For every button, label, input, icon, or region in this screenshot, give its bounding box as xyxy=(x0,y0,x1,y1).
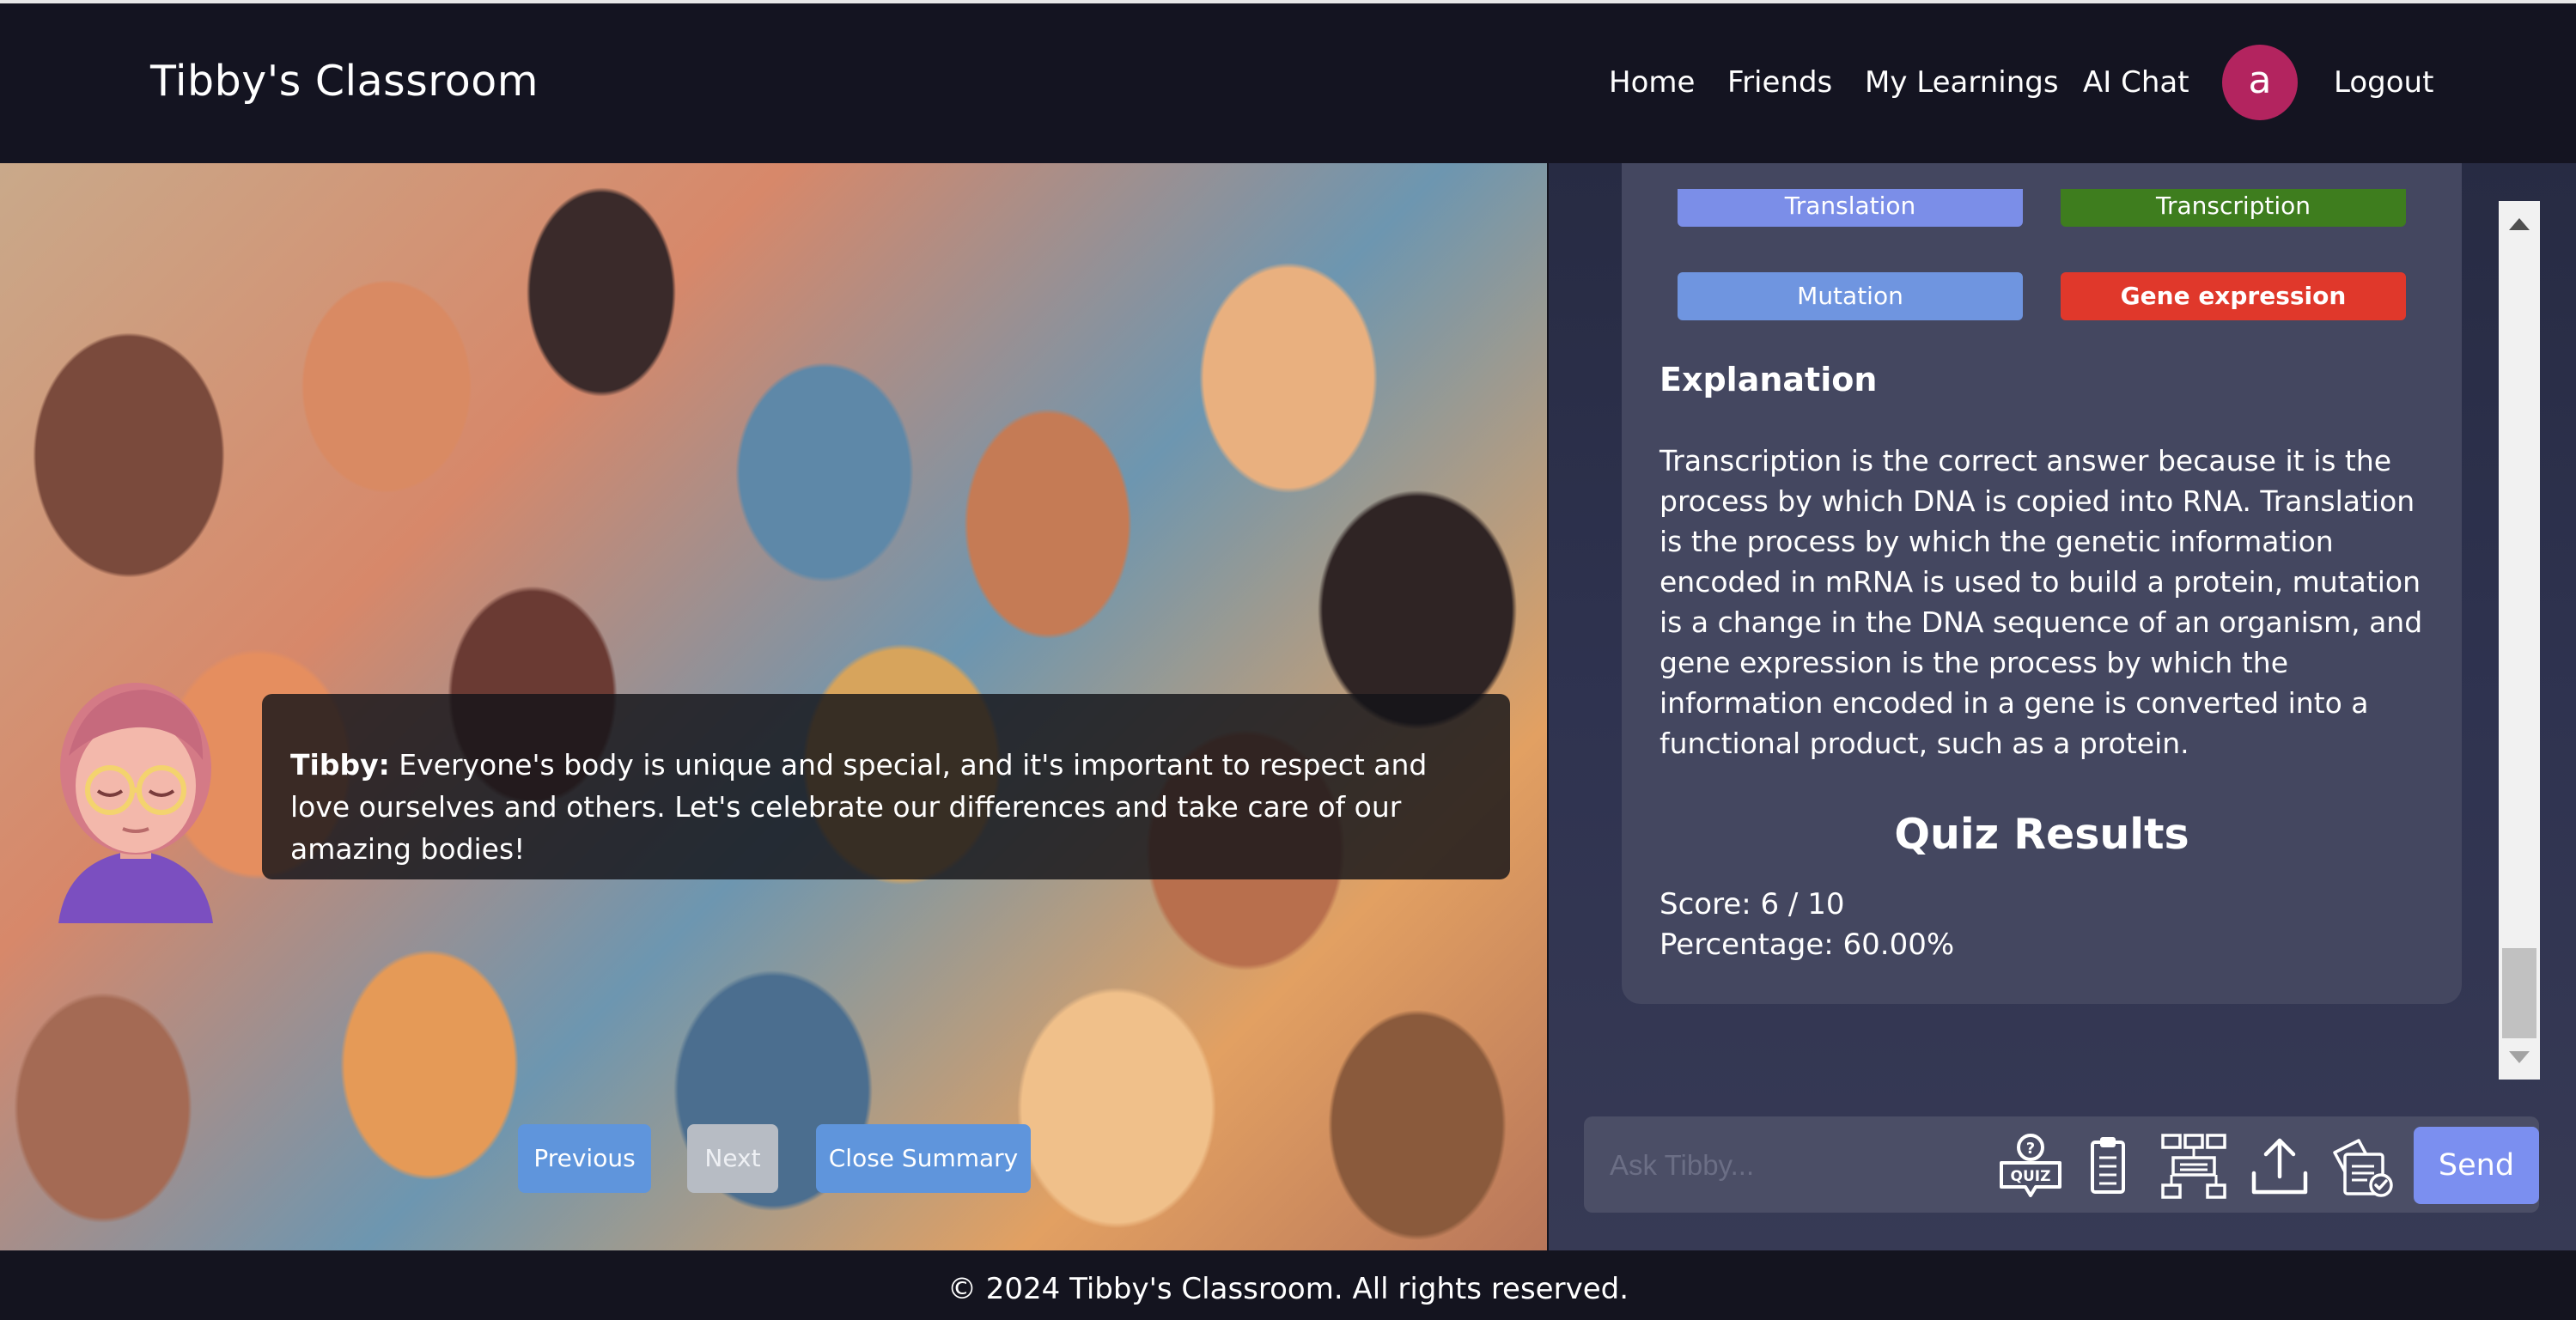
nav-friends[interactable]: Friends xyxy=(1727,65,1832,100)
score-text: Score: 6 / 10 xyxy=(1659,887,1845,922)
clipboard-icon[interactable] xyxy=(2074,1132,2142,1201)
svg-text:?: ? xyxy=(2026,1140,2035,1158)
percentage-text: Percentage: 60.00% xyxy=(1659,928,1955,962)
nav-my-learnings[interactable]: My Learnings xyxy=(1865,65,2059,100)
send-button[interactable]: Send xyxy=(2414,1127,2539,1204)
next-button[interactable]: Next xyxy=(687,1124,778,1193)
dialog-message: Everyone's body is unique and special, a… xyxy=(290,748,1428,866)
footer-copyright: © 2024 Tibby's Classroom. All rights res… xyxy=(947,1272,1629,1306)
dialog-speaker: Tibby: xyxy=(290,748,390,782)
option-transcription[interactable]: Transcription xyxy=(2061,189,2406,227)
avatar[interactable]: a xyxy=(2222,45,2298,120)
close-summary-button[interactable]: Close Summary xyxy=(816,1124,1031,1193)
chat-input-bar: ? QUIZ Sen xyxy=(1584,1116,2539,1213)
flowchart-icon[interactable] xyxy=(2159,1132,2228,1201)
explanation-text: Transcription is the correct answer beca… xyxy=(1659,444,2423,760)
explanation-heading: Explanation xyxy=(1659,361,1878,398)
previous-button[interactable]: Previous xyxy=(518,1124,651,1193)
quiz-card: Translation Transcription Mutation Gene … xyxy=(1622,163,2462,1004)
tibby-dialog-box: Tibby: Everyone's body is unique and spe… xyxy=(262,694,1510,879)
tibby-character-icon xyxy=(58,683,213,923)
option-translation[interactable]: Translation xyxy=(1678,189,2023,227)
scroll-down-arrow-icon[interactable] xyxy=(2509,1051,2530,1063)
scene-illustration: Tibby: Everyone's body is unique and spe… xyxy=(0,163,1547,1250)
upload-icon[interactable] xyxy=(2245,1132,2314,1201)
brand-title[interactable]: Tibby's Classroom xyxy=(150,57,539,106)
option-gene-expression[interactable]: Gene expression xyxy=(2061,272,2406,320)
footer: © 2024 Tibby's Classroom. All rights res… xyxy=(0,1250,2576,1320)
scroll-thumb[interactable] xyxy=(2502,948,2536,1038)
chat-scrollbar[interactable] xyxy=(2499,201,2540,1080)
logout-link[interactable]: Logout xyxy=(2334,65,2433,100)
quiz-results-heading: Quiz Results xyxy=(1894,810,2189,859)
ask-tibby-input[interactable] xyxy=(1610,1135,1970,1195)
nav-ai-chat[interactable]: AI Chat xyxy=(2083,65,2189,100)
documents-check-icon[interactable] xyxy=(2328,1132,2396,1201)
quiz-icon[interactable]: ? QUIZ xyxy=(1996,1132,2065,1201)
top-navbar: Tibby's Classroom Home Friends My Learni… xyxy=(0,0,2576,163)
nav-home[interactable]: Home xyxy=(1609,65,1695,100)
svg-text:QUIZ: QUIZ xyxy=(2011,1168,2051,1185)
option-mutation[interactable]: Mutation xyxy=(1678,272,2023,320)
scroll-up-arrow-icon[interactable] xyxy=(2509,218,2530,230)
